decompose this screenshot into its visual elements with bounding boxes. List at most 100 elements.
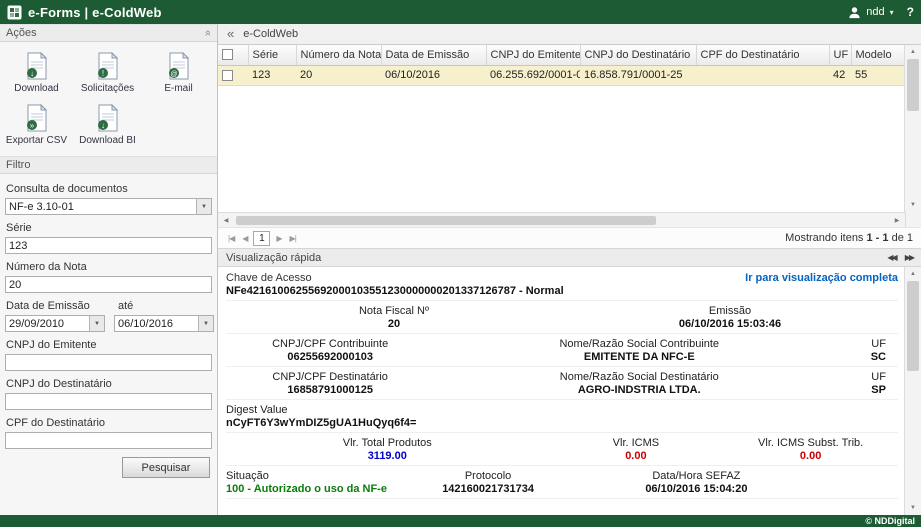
quickview-header: Visualização rápida ◀◀ ▶▶ <box>218 248 921 267</box>
vlr-total-label: Vlr. Total Produtos <box>226 437 549 450</box>
filter-form: Consulta de documentos ▼ Série Número da… <box>0 174 217 515</box>
quickview-previous-icon[interactable]: ◀◀ <box>887 253 895 262</box>
app-window: e-Forms | e-ColdWeb ndd ▾ ? Ações » <box>0 0 921 527</box>
panel-title: e-ColdWeb <box>243 28 298 40</box>
destinatario-cnpj-value: 16858791000125 <box>226 384 434 397</box>
cell-cnpj-emitente: 06.255.692/0001-03 <box>486 65 580 85</box>
data-emissao-label: Data de Emissão <box>6 300 118 312</box>
collapse-actions-icon[interactable]: » <box>202 30 214 36</box>
action-label: E-mail <box>164 83 192 94</box>
numero-label: Número da Nota <box>6 261 211 273</box>
cnpj-destinatario-input[interactable] <box>5 393 212 410</box>
row-checkbox[interactable] <box>222 70 233 81</box>
protocolo-value: 142160021731734 <box>401 483 576 496</box>
nota-fiscal-label: Nota Fiscal Nº <box>226 305 562 318</box>
next-page-button[interactable]: ▶ <box>274 234 283 243</box>
action-label: Solicitações <box>81 83 134 94</box>
col-numero-nota[interactable]: Número da Nota <box>296 45 381 65</box>
situacao-label: Situação <box>226 470 401 483</box>
scroll-left-icon[interactable]: ◀ <box>218 213 234 227</box>
ate-label: até <box>118 300 133 312</box>
app-title: e-Forms | e-ColdWeb <box>28 5 162 20</box>
numero-nota-input[interactable] <box>5 276 212 293</box>
cnpj-emitente-label: CNPJ do Emitente <box>6 339 211 351</box>
consulta-dropdown[interactable]: ▼ <box>5 198 212 215</box>
scroll-up-icon[interactable]: ▲ <box>905 267 921 281</box>
user-menu[interactable]: ndd <box>866 6 884 18</box>
serie-input[interactable] <box>5 237 212 254</box>
vlr-icms-value: 0.00 <box>549 450 724 463</box>
data-inicio-picker[interactable]: ▼ <box>5 315 105 332</box>
main-panel: « e-ColdWeb <box>218 24 921 515</box>
contribuinte-uf-label: UF <box>844 338 898 351</box>
nota-fiscal-value: 20 <box>226 318 562 331</box>
scroll-down-icon[interactable]: ▼ <box>905 198 921 212</box>
col-cnpj-emitente[interactable]: CNPJ do Emitente <box>486 45 580 65</box>
cnpj-destinatario-label: CNPJ do Destinatário <box>6 378 211 390</box>
vlr-total-value: 3119.00 <box>226 450 549 463</box>
scrollbar-thumb[interactable] <box>236 216 656 225</box>
app-logo-icon <box>7 5 22 20</box>
cell-cnpj-destinatario: 16.858.791/0001-25 <box>580 65 696 85</box>
quickview-title: Visualização rápida <box>226 252 321 264</box>
sidebar: Ações » ↓ Download <box>0 24 218 515</box>
action-email[interactable]: @ E-mail <box>143 52 214 94</box>
chave-acesso-value: NFe4216100625569200010355123000000020133… <box>226 285 898 301</box>
copyright-text: © NDDigital <box>865 516 915 526</box>
col-data-emissao[interactable]: Data de Emissão <box>381 45 486 65</box>
page-number[interactable]: 1 <box>253 231 270 246</box>
destinatario-cnpj-label: CNPJ/CPF Destinatário <box>226 371 434 384</box>
col-uf[interactable]: UF <box>829 45 851 65</box>
cell-modelo: 55 <box>851 65 904 85</box>
full-view-link[interactable]: Ir para visualização completa <box>745 272 898 285</box>
cpf-destinatario-input[interactable] <box>5 432 212 449</box>
action-download-bi[interactable]: ↓ Download BI <box>72 104 143 146</box>
last-page-button[interactable]: ▶| <box>288 234 298 243</box>
quickview-next-icon[interactable]: ▶▶ <box>905 253 913 262</box>
chevron-down-icon[interactable]: ▼ <box>196 199 211 214</box>
requests-icon: ! <box>95 52 121 80</box>
scrollbar-thumb[interactable] <box>907 281 919 371</box>
select-all-header[interactable] <box>218 45 248 65</box>
pesquisar-button[interactable]: Pesquisar <box>122 457 210 478</box>
collapse-panel-icon[interactable]: « <box>227 29 234 39</box>
cell-numero: 20 <box>296 65 381 85</box>
table-vertical-scrollbar[interactable]: ▲ ▼ <box>904 45 921 212</box>
help-button[interactable]: ? <box>907 5 914 19</box>
svg-text:!: ! <box>101 69 103 78</box>
col-cnpj-destinatario[interactable]: CNPJ do Destinatário <box>580 45 696 65</box>
consulta-input[interactable] <box>6 199 196 214</box>
col-modelo[interactable]: Modelo <box>851 45 904 65</box>
scroll-up-icon[interactable]: ▲ <box>905 45 921 59</box>
action-download[interactable]: ↓ Download <box>1 52 72 94</box>
cell-serie: 123 <box>248 65 296 85</box>
emissao-label: Emissão <box>562 305 898 318</box>
quickview-vertical-scrollbar[interactable]: ▲ ▼ <box>904 267 921 515</box>
download-bi-icon: ↓ <box>95 104 121 132</box>
chevron-down-icon[interactable]: ▾ <box>890 8 894 17</box>
cnpj-emitente-input[interactable] <box>5 354 212 371</box>
data-fim-input[interactable] <box>115 316 198 331</box>
chevron-down-icon[interactable]: ▼ <box>198 316 213 331</box>
previous-page-button[interactable]: ◀ <box>240 234 249 243</box>
svg-text:»: » <box>29 121 34 130</box>
top-header: e-Forms | e-ColdWeb ndd ▾ ? <box>0 0 921 24</box>
contribuinte-nome-label: Nome/Razão Social Contribuinte <box>434 338 844 351</box>
data-inicio-input[interactable] <box>6 316 89 331</box>
scrollbar-thumb[interactable] <box>907 59 919 111</box>
scrollbar-corner <box>905 212 921 227</box>
first-page-button[interactable]: |◀ <box>226 234 236 243</box>
select-all-checkbox[interactable] <box>222 49 233 60</box>
col-cpf-destinatario[interactable]: CPF do Destinatário <box>696 45 829 65</box>
contribuinte-cnpj-value: 06255692000103 <box>226 351 434 364</box>
table-horizontal-scrollbar[interactable]: ◀ ▶ <box>218 212 905 227</box>
col-serie[interactable]: Série <box>248 45 296 65</box>
data-fim-picker[interactable]: ▼ <box>114 315 214 332</box>
action-solicitacoes[interactable]: ! Solicitações <box>72 52 143 94</box>
scroll-down-icon[interactable]: ▼ <box>905 501 921 515</box>
action-exportar-csv[interactable]: » Exportar CSV <box>1 104 72 146</box>
sefaz-label: Data/Hora SEFAZ <box>575 470 817 483</box>
chevron-down-icon[interactable]: ▼ <box>89 316 104 331</box>
scroll-right-icon[interactable]: ▶ <box>889 213 905 227</box>
table-row[interactable]: 123 20 06/10/2016 06.255.692/0001-03 16.… <box>218 65 904 85</box>
